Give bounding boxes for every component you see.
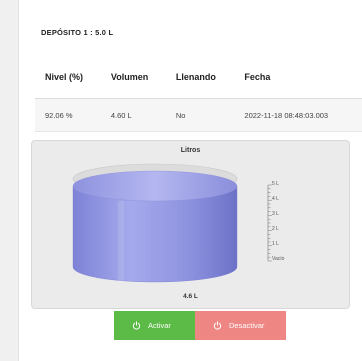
tick-label-1: 1 L: [272, 241, 279, 247]
tank-chart: Litros 5 L 4 L 3 L 2 L 1 L Vacío 4.6 L: [31, 140, 350, 309]
cell-date: 2022-11-18 08:48:03.003: [234, 98, 362, 132]
cell-filling: No: [165, 98, 235, 132]
column-header-filling: Llenando: [165, 56, 235, 99]
deposit-table: Nivel (%) Volumen Llenando Fecha 92.06 %…: [35, 56, 362, 132]
power-icon: [213, 321, 222, 330]
tick-label-2: 2 L: [272, 226, 279, 232]
tank-graphic: [72, 163, 272, 283]
cell-volume: 4.60 L: [100, 98, 166, 132]
deactivate-label: Desactivar: [229, 321, 265, 330]
tick-label-5: 5 L: [272, 181, 279, 187]
tank-liquid-surface: [72, 170, 238, 202]
tick-label-empty: Vacío: [272, 256, 285, 262]
tank-highlight: [118, 201, 124, 282]
table-header-row: Nivel (%) Volumen Llenando Fecha: [35, 56, 362, 99]
deactivate-button[interactable]: Desactivar: [195, 311, 286, 340]
column-header-date: Fecha: [234, 56, 362, 99]
cell-level: 92.06 %: [35, 98, 101, 132]
activate-button[interactable]: Activar: [114, 311, 195, 340]
chart-value-label: 4.6 L: [183, 293, 198, 300]
table-row: 92.06 % 4.60 L No 2022-11-18 08:48:03.00…: [35, 98, 362, 132]
column-header-volume: Volumen: [100, 56, 166, 99]
column-header-level: Nivel (%): [35, 56, 101, 99]
power-icon: [132, 321, 141, 330]
tick-label-3: 3 L: [272, 211, 279, 217]
activate-label: Activar: [148, 321, 171, 330]
deposit-title: DEPÓSITO 1 : 5.0 L: [41, 28, 114, 37]
tick-label-4: 4 L: [272, 196, 279, 202]
